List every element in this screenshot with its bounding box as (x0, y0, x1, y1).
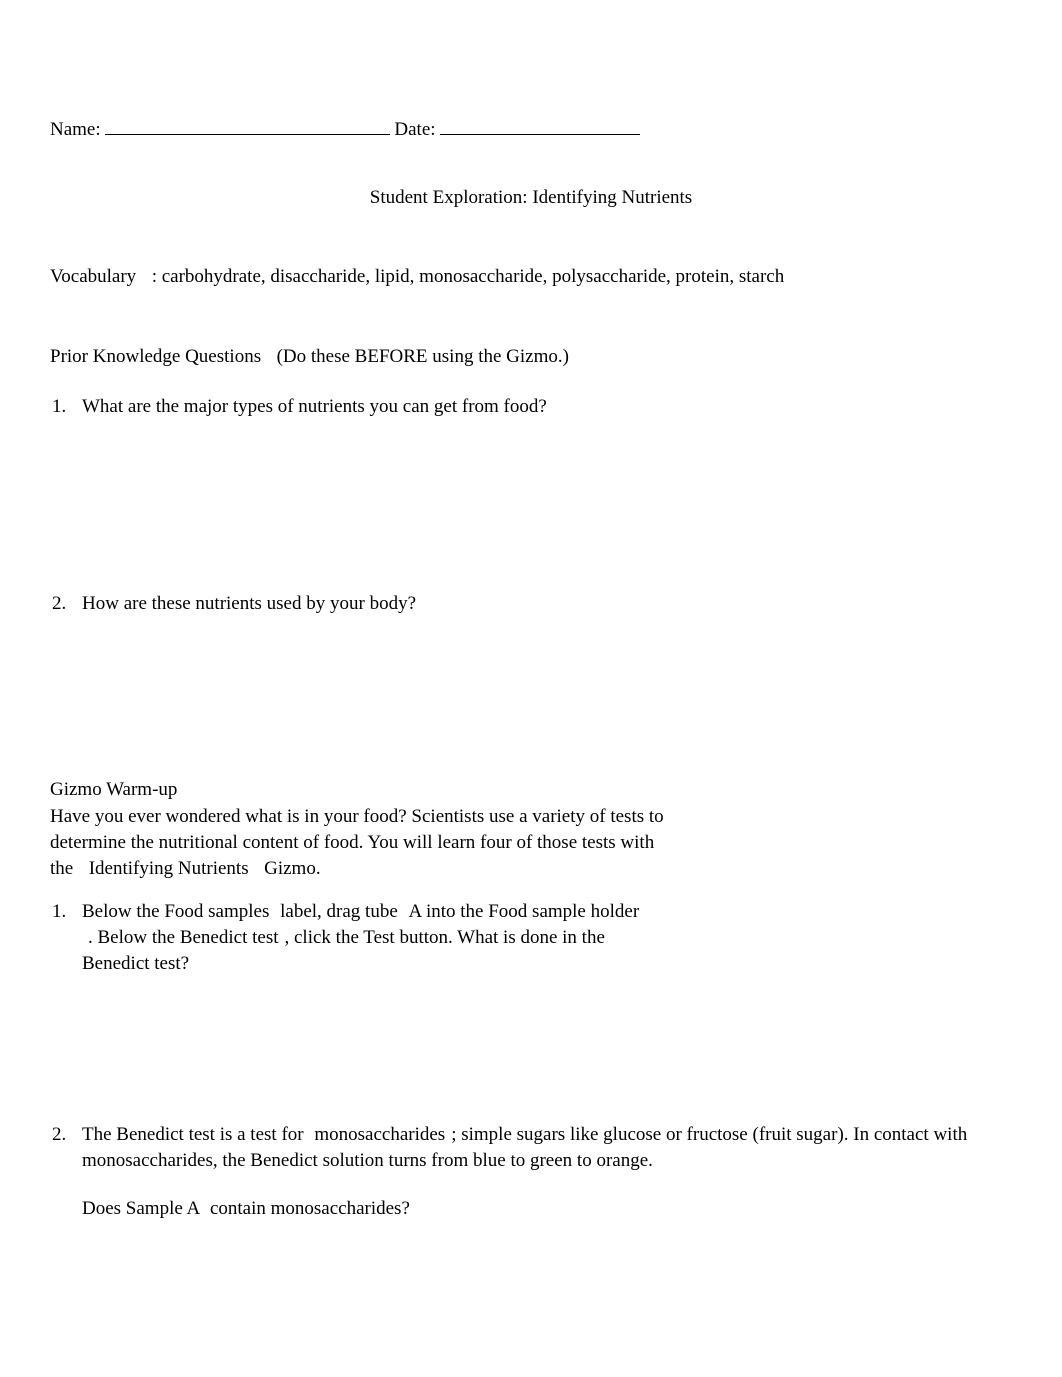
prior-knowledge-label: Prior Knowledge Questions (50, 346, 266, 367)
text-segment: label, drag tube (280, 901, 402, 922)
prior-knowledge-note: (Do these BEFORE using the Gizmo.) (277, 346, 569, 367)
question-text: What are the major types of nutrients yo… (82, 394, 1012, 420)
holder-term: holder (591, 901, 640, 922)
sample-a-term: A (187, 1198, 204, 1219)
warmup-identifying-nutrients: Identifying Nutrients (89, 858, 249, 879)
text-segment: Below the (82, 901, 164, 922)
vocabulary-text: : carbohydrate, disaccharide, lipid, mon… (152, 266, 785, 287)
name-date-row: Name: Date: (50, 116, 1012, 143)
text-segment: Does Sample (82, 1198, 187, 1219)
question-number: 2. (50, 591, 82, 617)
monosaccharides-term: monosaccharides (314, 1124, 445, 1145)
warmup-question-1: 1. Below the Food samples label, drag tu… (50, 899, 1012, 976)
question-text: The Benedict test is a test for monosacc… (82, 1122, 1012, 1173)
benedict-test-term: Benedict test (180, 927, 279, 948)
warmup-text-post: Gizmo. (264, 858, 320, 879)
warmup-followup: Does Sample A contain monosaccharides? (50, 1196, 1012, 1222)
date-label: Date: (394, 117, 440, 143)
text-segment: The Benedict test is a test for (82, 1124, 308, 1145)
text-segment: contain monosaccharides? (210, 1198, 410, 1219)
text-segment: , click the (285, 927, 364, 948)
document-title-row: Student Exploration: Identifying Nutrien… (50, 185, 1012, 211)
question-number: 1. (50, 394, 82, 420)
vocabulary-row: Vocabulary : carbohydrate, disaccharide,… (50, 264, 1012, 290)
tube-a-term: A (409, 901, 426, 922)
name-label: Name: (50, 117, 105, 143)
question-number: 1. (50, 899, 82, 976)
prior-knowledge-row: Prior Knowledge Questions (Do these BEFO… (50, 344, 1012, 370)
warmup-question-2: 2. The Benedict test is a test for monos… (50, 1122, 1012, 1173)
test-button-term: Test (363, 927, 399, 948)
date-input-line[interactable] (440, 116, 640, 135)
text-segment: . Below the (88, 927, 180, 948)
question-number: 2. (50, 1122, 82, 1173)
warmup-paragraph: Have you ever wondered what is in your f… (50, 804, 670, 881)
warmup-heading: Gizmo Warm-up (50, 777, 1012, 803)
food-sample-term: Food sample (488, 901, 590, 922)
name-input-line[interactable] (105, 116, 390, 135)
food-samples-term: Food samples (164, 901, 274, 922)
text-segment: into the (426, 901, 488, 922)
question-text: Below the Food samples label, drag tube … (82, 899, 642, 976)
vocabulary-label: Vocabulary (50, 266, 136, 287)
document-title: Student Exploration: Identifying Nutrien… (370, 187, 692, 208)
prior-question-1: 1. What are the major types of nutrients… (50, 394, 1012, 420)
prior-question-2: 2. How are these nutrients used by your … (50, 591, 1012, 617)
question-text: How are these nutrients used by your bod… (82, 591, 1012, 617)
